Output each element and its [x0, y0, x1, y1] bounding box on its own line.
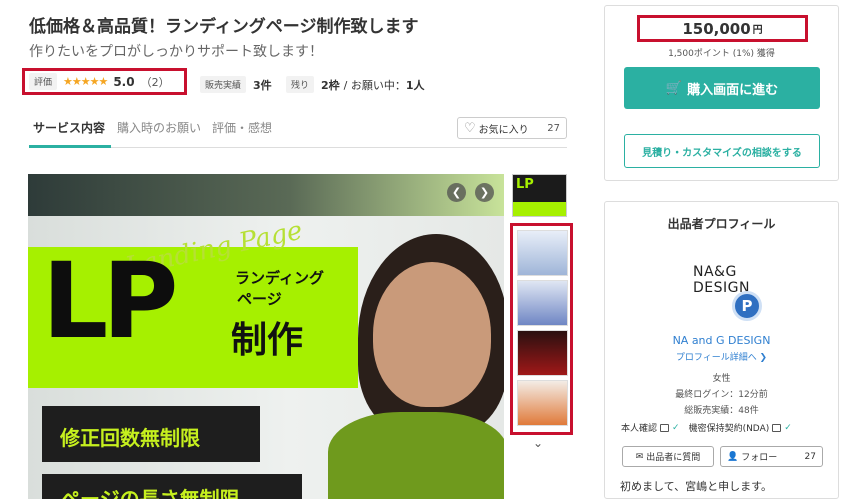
buy-button[interactable]: 🛒 購入画面に進む — [624, 67, 820, 109]
follow-count: 27 — [804, 451, 816, 462]
person-body — [328, 412, 504, 499]
page-subtitle: 作りたいをプロがしっかりサポート致します！ — [29, 44, 323, 60]
platinum-badge-icon: P — [732, 291, 762, 321]
star-rating-icon: ★★★★★ — [63, 75, 108, 88]
thumbnail[interactable] — [517, 280, 568, 326]
sales-label: 販売実績 — [200, 76, 247, 93]
seller-last-login: 最終ログイン：12分前 — [675, 390, 768, 400]
favorite-button[interactable]: ♡ お気に入り 27 — [457, 117, 567, 139]
availability: 残り 2枠 / お願い中： 1人 — [286, 76, 425, 93]
thumbnail[interactable] — [517, 380, 568, 426]
tab-service-details[interactable]: サービス内容 — [33, 119, 105, 136]
document-icon — [772, 423, 782, 432]
verification-status: 本人確認 ✓ 機密保持契約(NDA) ✓ — [621, 421, 792, 435]
main-service-image[interactable]: Landing Page LP ランディング ページ 制作 修正回数無制限 ペー… — [28, 174, 504, 499]
hero-top-band — [28, 174, 504, 216]
rating-count: （2） — [140, 75, 170, 89]
follow-button[interactable]: 👤 フォロー 27 — [720, 446, 823, 467]
add-user-icon: 👤 — [727, 451, 739, 462]
page-title: 低価格＆高品質！ランディングページ制作致します — [29, 17, 419, 37]
rating-summary[interactable]: 評価 ★★★★★ 5.0 （2） — [22, 68, 187, 95]
hero-banner-2-text: ページの長さ無制限 — [60, 487, 240, 499]
ask-seller-label: 出品者に質問 — [646, 453, 701, 463]
active-tab-indicator — [29, 145, 111, 148]
rating-label: 評価 — [29, 73, 58, 90]
chevron-right-icon[interactable]: ❯ — [475, 183, 494, 202]
thumbnail[interactable] — [517, 230, 568, 276]
thumbnail-list — [510, 223, 573, 435]
thumbnail-main-band — [513, 202, 566, 216]
remaining-value: 2枠 — [321, 78, 340, 92]
remaining-label: 残り — [286, 76, 315, 93]
tab-reviews[interactable]: 評価・感想 — [212, 119, 272, 136]
person-face — [373, 262, 491, 407]
id-card-icon — [660, 423, 670, 432]
chevron-left-icon[interactable]: ❮ — [447, 183, 466, 202]
hero-side-line2: ページ — [237, 290, 282, 308]
consult-button[interactable]: 見積り・カスタマイズの相談をする — [624, 134, 820, 168]
hero-banner-1-text: 修正回数無制限 — [60, 426, 200, 450]
sales-value: 3件 — [253, 78, 272, 92]
seller-greeting: 初めまして、宮嶋と申します。 — [620, 480, 773, 493]
profile-title: 出品者プロフィール — [667, 217, 776, 231]
logo-line1: NA&G — [693, 264, 737, 280]
chevron-down-icon[interactable]: ⌄ — [533, 436, 543, 450]
cart-icon: 🛒 — [665, 80, 683, 96]
hero-lp-text: LP — [42, 240, 178, 362]
points-earned: 1,500ポイント (1%) 獲得 — [668, 49, 775, 59]
price-currency: 円 — [752, 25, 763, 36]
ask-seller-button[interactable]: ✉ 出品者に質問 — [622, 446, 714, 467]
tab-purchase-notes[interactable]: 購入時のお願い — [117, 119, 201, 136]
seller-name-link[interactable]: NA and G DESIGN — [604, 334, 839, 347]
favorite-label: お気に入り — [478, 124, 529, 136]
favorite-count: 27 — [547, 122, 560, 134]
hero-side-line1: ランディング — [235, 269, 324, 287]
heart-icon: ♡ — [464, 120, 476, 136]
check-icon: ✓ — [672, 422, 680, 433]
mail-icon: ✉ — [635, 451, 644, 462]
nda-label: 機密保持契約(NDA) — [688, 424, 770, 434]
hero-side-line3: 制作 — [231, 320, 304, 361]
in-progress-label: / お願い中： — [343, 78, 406, 92]
thumbnail-main-label: LP — [516, 177, 534, 192]
profile-detail-link[interactable]: プロフィール詳細へ ❯ — [604, 350, 839, 363]
thumbnail-main[interactable]: LP — [512, 174, 567, 217]
price-display: 150,000 円 — [637, 15, 808, 42]
price-value: 150,000 — [682, 19, 751, 38]
seller-total-sales: 総販売実績：48件 — [684, 406, 759, 416]
thumbnail[interactable] — [517, 330, 568, 376]
seller-gender: 女性 — [712, 374, 731, 384]
check-icon: ✓ — [784, 422, 792, 433]
identity-label: 本人確認 — [621, 424, 658, 434]
buy-button-label: 購入画面に進む — [687, 82, 779, 98]
sales-record: 販売実績 3件 — [200, 76, 272, 93]
follow-label: フォロー — [741, 453, 778, 463]
in-progress-value: 1人 — [405, 78, 425, 92]
rating-score: 5.0 — [113, 74, 135, 89]
